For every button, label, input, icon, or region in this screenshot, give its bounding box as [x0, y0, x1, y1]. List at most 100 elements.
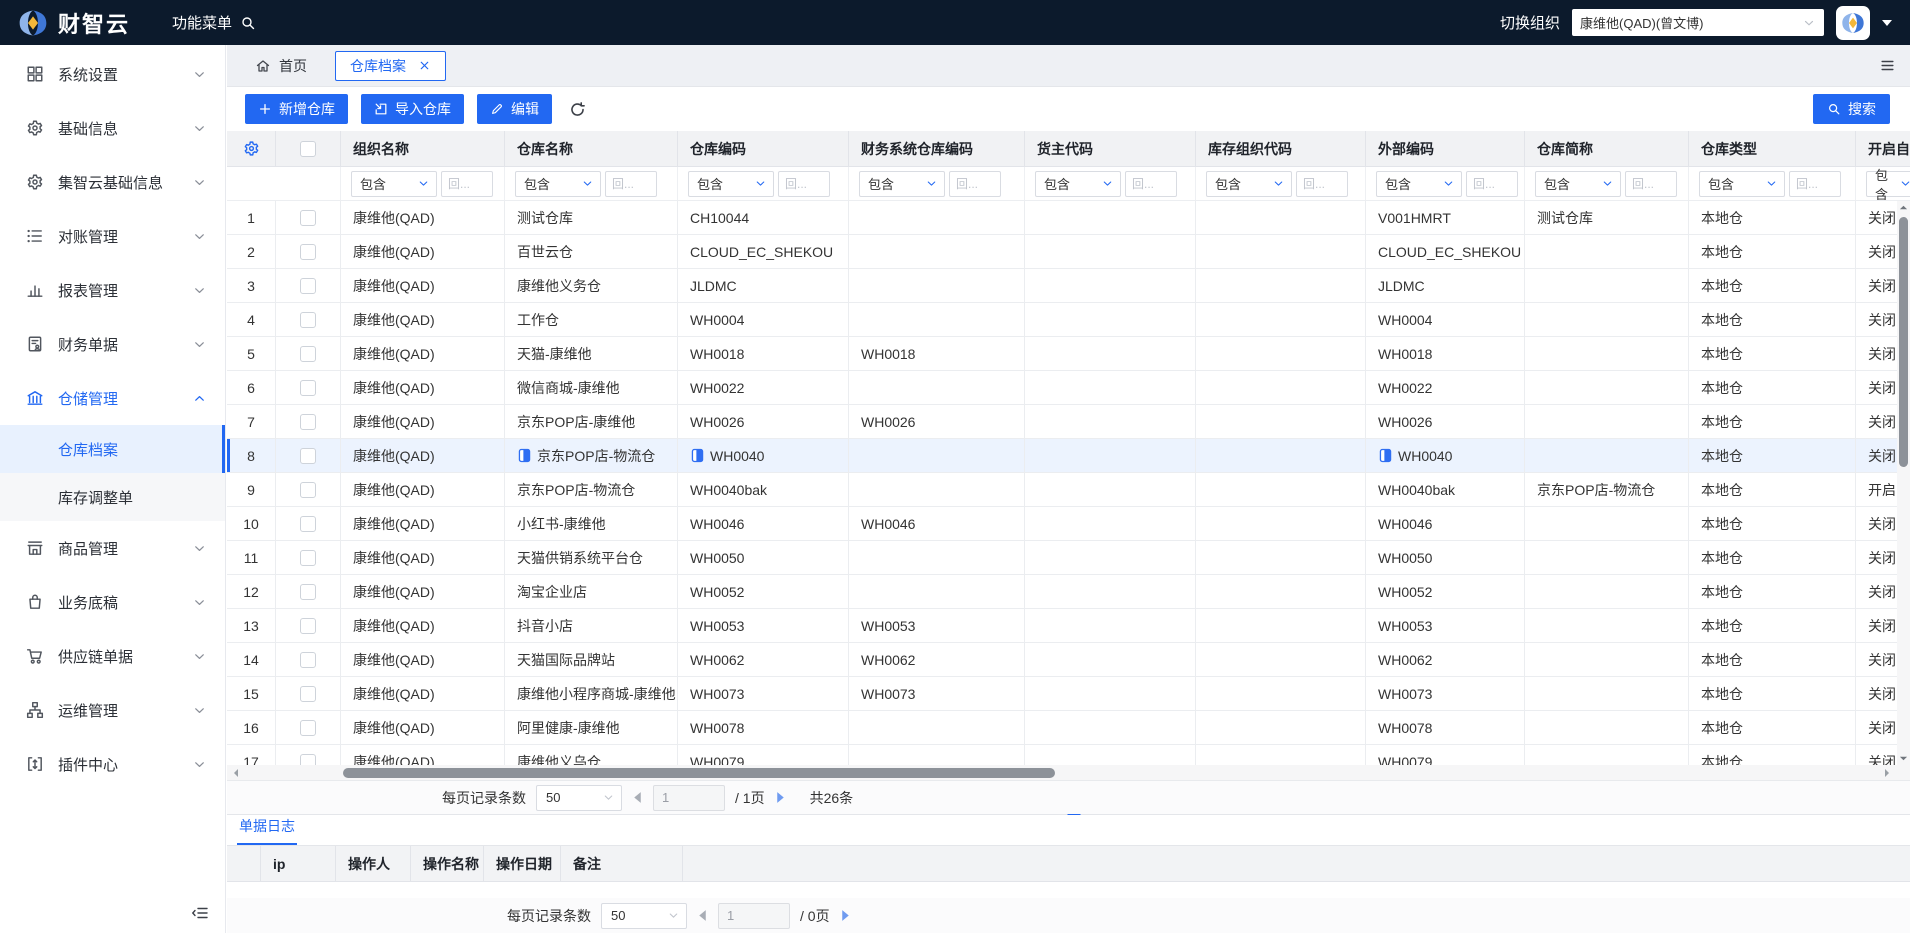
filter-operator-select[interactable]: 包含 — [688, 170, 774, 197]
row-checkbox[interactable] — [300, 583, 316, 600]
row-checkbox[interactable] — [300, 447, 316, 464]
filter-value-input[interactable] — [1296, 170, 1348, 197]
table-row[interactable]: 3 康维他(QAD) 康维他义务仓 JLDMC JLDMC 本地仓 关闭 — [227, 269, 1910, 303]
table-row[interactable]: 8 康维他(QAD) 京东POP店-物流仓 WH0040 WH0040 本地仓 关闭 — [227, 439, 1910, 473]
table-row[interactable]: 11 康维他(QAD) 天猫供销系统平台仓 WH0050 WH0050 本地仓 关闭 — [227, 541, 1910, 575]
tab-warehouse-archive[interactable]: 仓库档案 — [335, 50, 446, 81]
refresh-icon[interactable] — [569, 101, 586, 118]
table-row[interactable]: 17 康维他(QAD) 康维他义乌仓 WH0079 WH0079 本地仓 关闭 — [227, 745, 1910, 765]
close-icon[interactable] — [418, 59, 431, 72]
sidebar-item-报表管理[interactable]: 报表管理 — [0, 263, 225, 317]
row-checkbox[interactable] — [300, 311, 316, 328]
row-checkbox[interactable] — [300, 345, 316, 362]
vertical-scroll-thumb[interactable] — [1899, 217, 1908, 467]
table-row[interactable]: 1 康维他(QAD) 测试仓库 CH10044 V001HMRT 测试仓库 本地仓 关闭 — [227, 201, 1910, 235]
row-checkbox[interactable] — [300, 719, 316, 736]
log-per-page-select[interactable]: 50 — [601, 902, 687, 929]
org-select[interactable]: 康维他(QAD)(曾文博) — [1572, 9, 1824, 36]
filter-operator-select[interactable]: 包含 — [859, 170, 945, 197]
user-avatar-button[interactable] — [1836, 5, 1870, 40]
filter-operator-select[interactable]: 包含 — [1535, 170, 1621, 197]
scroll-up-icon[interactable] — [1899, 203, 1908, 212]
log-page-number-input[interactable] — [718, 902, 790, 929]
sidebar-subitem-库存调整单[interactable]: 库存调整单 — [0, 473, 225, 521]
horizontal-scrollbar[interactable] — [227, 765, 1910, 781]
sidebar-item-业务底稿[interactable]: 业务底稿 — [0, 575, 225, 629]
filter-value-input[interactable] — [949, 170, 1001, 197]
scroll-left-icon[interactable] — [231, 768, 241, 778]
next-page-icon[interactable] — [840, 909, 851, 922]
search-button[interactable]: 搜索 — [1813, 94, 1890, 124]
filter-operator-select[interactable]: 包含 — [1206, 170, 1292, 197]
row-checkbox[interactable] — [300, 685, 316, 702]
row-checkbox[interactable] — [300, 753, 316, 765]
filter-value-input[interactable] — [1625, 170, 1677, 197]
row-checkbox[interactable] — [300, 651, 316, 668]
function-menu[interactable]: 功能菜单 — [172, 12, 256, 33]
table-row[interactable]: 10 康维他(QAD) 小红书-康维他 WH0046 WH0046 WH0046 本地仓 关闭 — [227, 507, 1910, 541]
user-menu-caret-icon[interactable] — [1882, 19, 1892, 26]
scroll-right-icon[interactable] — [1882, 768, 1892, 778]
sidebar-item-系统设置[interactable]: 系统设置 — [0, 47, 225, 101]
table-row[interactable]: 16 康维他(QAD) 阿里健康-康维他 WH0078 WH0078 本地仓 关闭 — [227, 711, 1910, 745]
filter-value-input[interactable] — [1466, 170, 1518, 197]
table-row[interactable]: 6 康维他(QAD) 微信商城-康维他 WH0022 WH0022 本地仓 关闭 — [227, 371, 1910, 405]
scroll-down-icon[interactable] — [1899, 754, 1908, 763]
table-row[interactable]: 9 康维他(QAD) 京东POP店-物流仓 WH0040bak WH0040bak 京东P… — [227, 473, 1910, 507]
filter-operator-select[interactable]: 包含 — [1699, 170, 1785, 197]
table-row[interactable]: 7 康维他(QAD) 京东POP店-康维他 WH0026 WH0026 WH0026 本地仓… — [227, 405, 1910, 439]
search-icon[interactable] — [240, 15, 256, 31]
prev-page-icon[interactable] — [697, 909, 708, 922]
table-row[interactable]: 5 康维他(QAD) 天猫-康维他 WH0018 WH0018 WH0018 本地仓 关闭 — [227, 337, 1910, 371]
sidebar-subitem-仓库档案[interactable]: 仓库档案 — [0, 425, 225, 473]
table-row[interactable]: 15 康维他(QAD) 康维他小程序商城-康维他 WH0073 WH0073 WH0073… — [227, 677, 1910, 711]
table-row[interactable]: 13 康维他(QAD) 抖音小店 WH0053 WH0053 WH0053 本地仓 关闭 — [227, 609, 1910, 643]
add-warehouse-button[interactable]: 新增仓库 — [245, 94, 348, 124]
filter-operator-select[interactable]: 包含 — [1866, 168, 1910, 200]
table-row[interactable]: 14 康维他(QAD) 天猫国际品牌站 WH0062 WH0062 WH0062 本地仓 关闭 — [227, 643, 1910, 677]
tab-document-log[interactable]: 单据日志 — [237, 816, 297, 845]
filter-value-input[interactable] — [778, 170, 830, 197]
sidebar-item-商品管理[interactable]: 商品管理 — [0, 521, 225, 575]
edit-button[interactable]: 编辑 — [477, 94, 552, 124]
table-row[interactable]: 12 康维他(QAD) 淘宝企业店 WH0052 WH0052 本地仓 关闭 — [227, 575, 1910, 609]
row-checkbox[interactable] — [300, 413, 316, 430]
next-page-icon[interactable] — [775, 791, 786, 804]
sidebar-item-供应链单据[interactable]: 供应链单据 — [0, 629, 225, 683]
filter-operator-select[interactable]: 包含 — [1376, 170, 1462, 197]
import-warehouse-button[interactable]: 导入仓库 — [361, 94, 464, 124]
page-number-input[interactable] — [653, 784, 725, 811]
filter-operator-select[interactable]: 包含 — [515, 170, 601, 197]
sidebar-collapse-icon[interactable] — [191, 905, 209, 921]
filter-operator-select[interactable]: 包含 — [1035, 170, 1121, 197]
filter-value-input[interactable] — [1789, 170, 1841, 197]
sidebar-item-运维管理[interactable]: 运维管理 — [0, 683, 225, 737]
per-page-select[interactable]: 50 — [536, 784, 622, 811]
filter-operator-select[interactable]: 包含 — [351, 170, 437, 197]
select-all-checkbox[interactable] — [300, 140, 316, 157]
tab-list-icon[interactable] — [1879, 57, 1896, 74]
prev-page-icon[interactable] — [632, 791, 643, 804]
vertical-scrollbar[interactable] — [1897, 201, 1910, 765]
settings-gear-icon[interactable] — [243, 140, 260, 157]
sidebar-item-插件中心[interactable]: 插件中心 — [0, 737, 225, 791]
filter-value-input[interactable] — [441, 170, 493, 197]
table-row[interactable]: 2 康维他(QAD) 百世云仓 CLOUD_EC_SHEKOU CLOUD_EC_SHE… — [227, 235, 1910, 269]
sidebar-item-基础信息[interactable]: 基础信息 — [0, 101, 225, 155]
row-checkbox[interactable] — [300, 617, 316, 634]
row-checkbox[interactable] — [300, 515, 316, 532]
sidebar-item-财务单据[interactable]: 财务单据 — [0, 317, 225, 371]
tab-home[interactable]: 首页 — [241, 51, 321, 81]
sidebar-item-仓储管理[interactable]: 仓储管理 — [0, 371, 225, 425]
sidebar-item-对账管理[interactable]: 对账管理 — [0, 209, 225, 263]
row-checkbox[interactable] — [300, 209, 316, 226]
table-row[interactable]: 4 康维他(QAD) 工作仓 WH0004 WH0004 本地仓 关闭 — [227, 303, 1910, 337]
row-checkbox[interactable] — [300, 277, 316, 294]
row-checkbox[interactable] — [300, 379, 316, 396]
sidebar-item-集智云基础信息[interactable]: 集智云基础信息 — [0, 155, 225, 209]
filter-value-input[interactable] — [605, 170, 657, 197]
horizontal-scroll-thumb[interactable] — [343, 768, 1055, 778]
filter-value-input[interactable] — [1125, 170, 1177, 197]
row-checkbox[interactable] — [300, 243, 316, 260]
row-checkbox[interactable] — [300, 481, 316, 498]
